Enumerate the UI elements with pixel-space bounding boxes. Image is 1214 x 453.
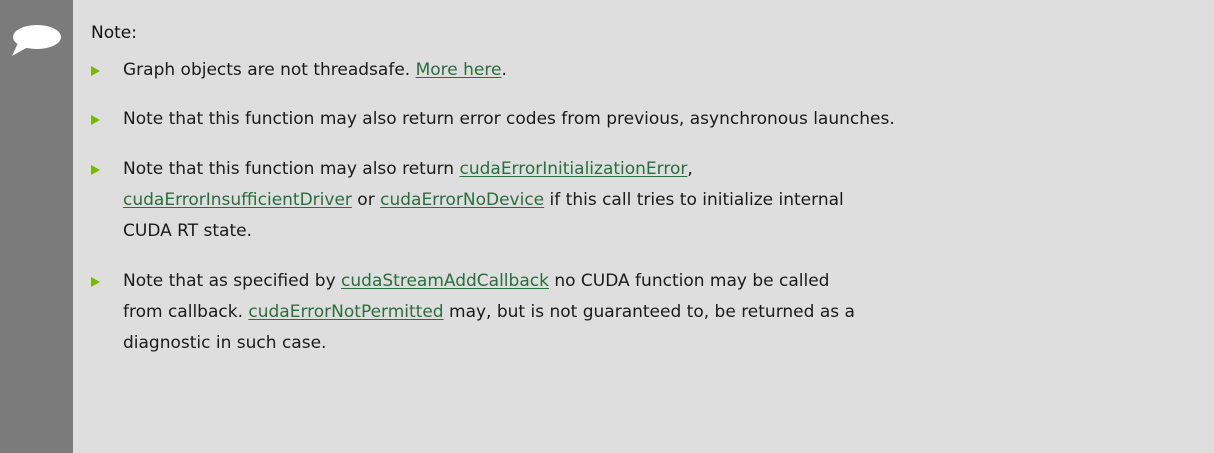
cuda-error-insufficient-driver-link[interactable]: cudaErrorInsufficientDriver — [123, 190, 352, 210]
cuda-error-not-permitted-link[interactable]: cudaErrorNotPermitted — [248, 302, 443, 322]
item-text: Note that this function may also return … — [123, 109, 895, 129]
more-here-link[interactable]: More here — [416, 60, 502, 80]
note-box: Note: Graph objects are not threadsafe. … — [0, 0, 1214, 453]
triangle-bullet-icon — [91, 115, 100, 125]
cuda-stream-add-callback-link[interactable]: cudaStreamAddCallback — [341, 271, 549, 291]
note-title: Note: — [91, 23, 137, 43]
item-text: Note that as specified by cudaStreamAddC… — [123, 271, 855, 353]
note-gutter — [0, 0, 73, 453]
item-text: Graph objects are not threadsafe. More h… — [123, 60, 507, 80]
cuda-error-initialization-error-link[interactable]: cudaErrorInitializationError — [459, 159, 687, 179]
item-text: Note that this function may also return … — [123, 159, 844, 241]
triangle-bullet-icon — [91, 277, 100, 287]
speech-bubble-icon — [10, 23, 62, 63]
triangle-bullet-icon — [91, 66, 100, 76]
triangle-bullet-icon — [91, 165, 100, 175]
cuda-error-no-device-link[interactable]: cudaErrorNoDevice — [380, 190, 544, 210]
